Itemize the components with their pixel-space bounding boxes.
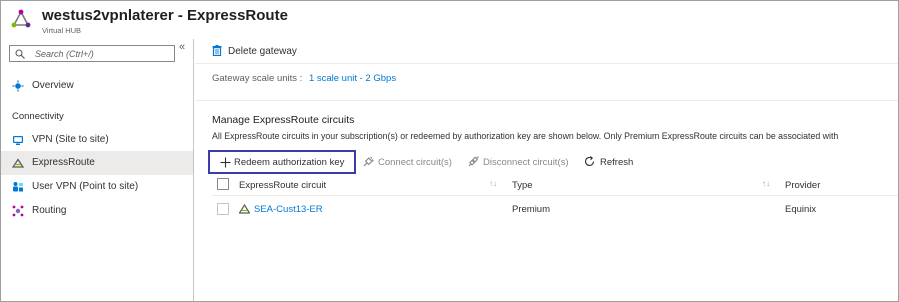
search-input[interactable]: Search (Ctrl+/) (9, 45, 175, 62)
refresh-label: Refresh (600, 157, 634, 168)
table-header: ExpressRoute circuit ↑↓ Type ↑↓ Provider (212, 174, 898, 196)
trash-icon (212, 45, 222, 56)
connect-circuits-button[interactable]: Connect circuit(s) (363, 150, 459, 174)
page-title: westus2vpnlaterer - ExpressRoute (42, 7, 288, 24)
redeem-label: Redeem authorization key (234, 157, 345, 168)
user-vpn-icon (13, 182, 23, 192)
section-description: All ExpressRoute circuits in your subscr… (212, 131, 839, 141)
plug-icon (363, 156, 374, 167)
main-content: Delete gateway Gateway scale units : 1 s… (195, 39, 898, 301)
unplug-icon (468, 156, 479, 167)
sidebar: Search (Ctrl+/) « Overview Connectivity … (1, 39, 194, 301)
connect-label: Connect circuit(s) (378, 157, 452, 168)
column-header-circuit[interactable]: ExpressRoute circuit (239, 180, 326, 191)
table-row[interactable]: SEA-Cust13-ER Premium Equinix (212, 198, 898, 220)
sort-icon[interactable]: ↑↓ (762, 179, 770, 188)
plus-icon (220, 157, 231, 168)
column-header-type[interactable]: Type (512, 180, 533, 191)
disconnect-label: Disconnect circuit(s) (483, 157, 569, 168)
redeem-authorization-key-button[interactable]: Redeem authorization key (208, 150, 356, 174)
sort-icon[interactable]: ↑↓ (489, 179, 497, 188)
delete-gateway-label: Delete gateway (228, 46, 297, 57)
refresh-icon (584, 156, 595, 167)
collapse-sidebar-icon[interactable]: « (179, 41, 185, 53)
sidebar-item-vpn-site-to-site[interactable]: VPN (Site to site) (1, 128, 193, 152)
overview-icon (12, 80, 24, 92)
divider (195, 100, 898, 101)
sidebar-item-routing[interactable]: Routing (1, 199, 193, 223)
expressroute-icon (12, 158, 24, 168)
scale-units-link[interactable]: 1 scale unit - 2 Gbps (309, 73, 396, 84)
expressroute-circuit-icon (239, 204, 250, 214)
sidebar-item-label: Overview (32, 80, 74, 91)
page-subtitle: Virtual HUB (42, 26, 82, 35)
sidebar-item-label: VPN (Site to site) (32, 134, 109, 145)
refresh-button[interactable]: Refresh (584, 150, 644, 174)
sidebar-item-label: ExpressRoute (32, 157, 95, 168)
toolbar: Delete gateway (195, 39, 898, 64)
virtual-hub-icon (11, 9, 31, 28)
sidebar-item-overview[interactable]: Overview (1, 74, 193, 98)
row-checkbox[interactable] (217, 203, 229, 215)
routing-icon (12, 205, 24, 217)
blade-header: westus2vpnlaterer - ExpressRoute Virtual… (1, 1, 898, 39)
sidebar-item-label: User VPN (Point to site) (32, 181, 139, 192)
scale-units-label: Gateway scale units : (212, 73, 303, 84)
search-placeholder: Search (Ctrl+/) (35, 49, 94, 59)
window: westus2vpnlaterer - ExpressRoute Virtual… (0, 0, 899, 302)
circuit-type: Premium (512, 204, 551, 215)
section-title: Manage ExpressRoute circuits (212, 114, 355, 126)
disconnect-circuits-button[interactable]: Disconnect circuit(s) (468, 150, 576, 174)
vpn-site-icon (13, 136, 23, 145)
gateway-scale-units: Gateway scale units : 1 scale unit - 2 G… (212, 73, 396, 84)
circuit-provider: Equinix (785, 204, 817, 215)
sidebar-item-expressroute[interactable]: ExpressRoute (1, 151, 193, 175)
circuit-name-link[interactable]: SEA-Cust13-ER (254, 204, 323, 215)
sidebar-item-label: Routing (32, 205, 67, 216)
column-header-provider[interactable]: Provider (785, 180, 820, 191)
search-icon (15, 49, 25, 59)
select-all-checkbox[interactable] (217, 178, 229, 190)
sidebar-item-user-vpn[interactable]: User VPN (Point to site) (1, 175, 193, 199)
sidebar-section-connectivity: Connectivity (12, 111, 64, 122)
